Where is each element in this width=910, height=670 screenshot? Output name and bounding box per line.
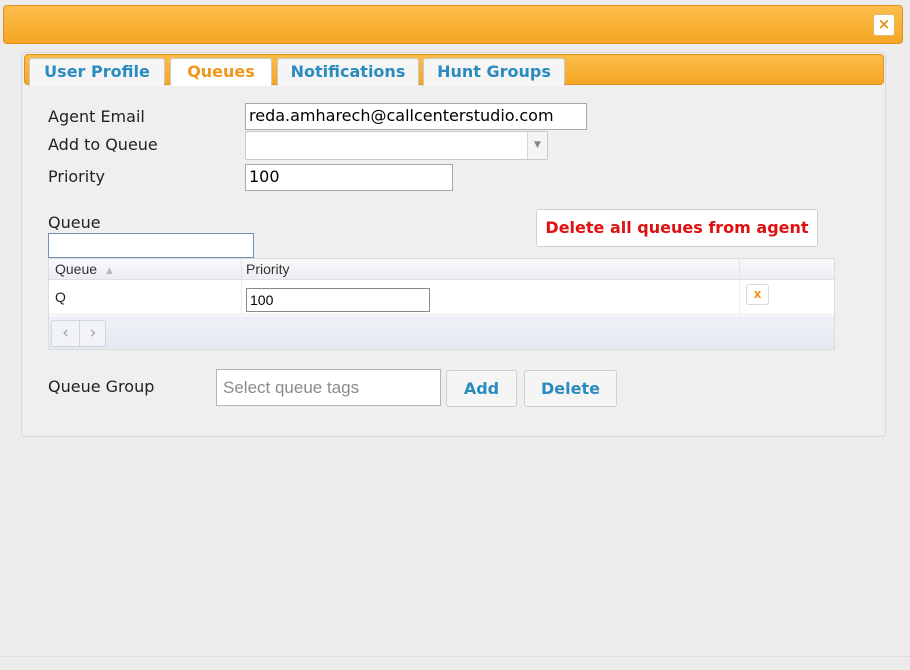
agent-email-field[interactable]: reda.amharech@callcenterstudio.com [245,103,587,130]
column-header-priority[interactable]: Priority [246,259,290,280]
delete-queue-group-button[interactable]: Delete [524,370,617,407]
queue-group-label: Queue Group [48,377,155,396]
column-divider [241,259,242,280]
sort-up-icon: ▲ [103,265,115,277]
divider [0,656,910,657]
grid-pager: ‹ › [49,316,834,349]
delete-all-queues-button[interactable]: Delete all queues from agent [536,209,818,247]
add-queue-group-button[interactable]: Add [446,370,517,407]
column-header-queue-label: Queue [55,261,98,277]
queue-filter-input[interactable] [48,233,254,258]
tab-user-profile[interactable]: User Profile [29,58,165,86]
table-row: Q 100 x [49,280,834,315]
pager-buttons: ‹ › [51,320,106,347]
grid-header: Queue ▲ Priority [49,259,834,280]
priority-field[interactable]: 100 [245,164,453,191]
queue-filter-label: Queue [48,213,101,232]
chevron-down-icon[interactable]: ▼ [527,132,547,159]
delete-row-button[interactable]: x [746,284,769,305]
tab-notifications[interactable]: Notifications [277,58,419,86]
priority-label: Priority [48,167,105,186]
queue-grid: Queue ▲ Priority Q 100 x ‹ › [48,258,835,350]
add-to-queue-select[interactable]: ▼ [245,131,548,160]
close-icon[interactable]: × [873,14,895,36]
row-divider [241,280,242,315]
tab-queues[interactable]: Queues [170,58,272,86]
priority-cell-input[interactable]: 100 [246,288,430,312]
agent-email-label: Agent Email [48,107,145,126]
queue-cell: Q [55,289,66,305]
tab-bar: User Profile Queues Notifications Hunt G… [24,54,884,86]
column-header-queue[interactable]: Queue ▲ [55,259,115,280]
row-divider [739,280,740,315]
chevron-right-icon[interactable]: › [79,321,106,346]
column-divider [739,259,740,280]
add-to-queue-label: Add to Queue [48,135,158,154]
dialog-titlebar: × [3,5,903,44]
chevron-left-icon[interactable]: ‹ [52,321,79,346]
tab-hunt-groups[interactable]: Hunt Groups [423,58,565,86]
queue-tags-input[interactable]: Select queue tags [216,369,441,406]
